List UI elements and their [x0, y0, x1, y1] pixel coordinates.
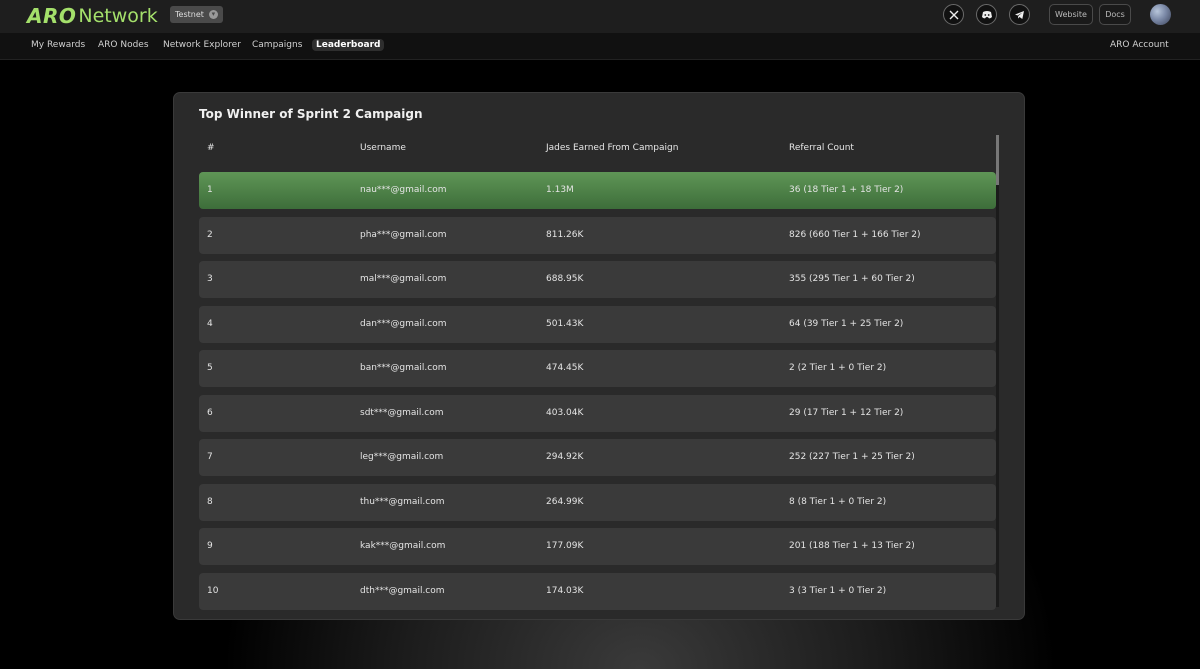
row-jades: 264.99K	[546, 496, 584, 507]
row-username: nau***@gmail.com	[360, 185, 447, 195]
table-row: 3 mal***@gmail.com 688.95K 355 (295 Tier…	[199, 261, 996, 298]
table-row: 4 dan***@gmail.com 501.43K 64 (39 Tier 1…	[199, 305, 996, 343]
row-rank: 8	[207, 496, 213, 507]
docs-button[interactable]: Docs	[1099, 4, 1131, 25]
telegram-icon[interactable]	[1009, 4, 1030, 25]
row-referrals: 252 (227 Tier 1 + 25 Tier 2)	[789, 452, 915, 462]
table-scrollbar-thumb[interactable]	[996, 135, 999, 185]
row-jades: 294.92K	[546, 452, 584, 462]
nav-aro-nodes[interactable]: ARO Nodes	[98, 40, 149, 50]
row-rank: 10	[207, 585, 219, 596]
nav-campaigns[interactable]: Campaigns	[252, 40, 302, 50]
row-referrals: 201 (188 Tier 1 + 13 Tier 2)	[789, 541, 915, 551]
row-jades: 1.13M	[546, 185, 574, 195]
row-referrals: 355 (295 Tier 1 + 60 Tier 2)	[789, 274, 915, 284]
chevron-down-icon: ▾	[208, 10, 218, 19]
aro-network-logo[interactable]: ARO Network	[27, 4, 158, 28]
table-row: 10 dth***@gmail.com 174.03K 3 (3 Tier 1 …	[199, 572, 996, 610]
row-username: mal***@gmail.com	[360, 274, 447, 284]
row-rank: 9	[207, 541, 213, 551]
table-header: # Username Jades Earned From Campaign Re…	[199, 138, 996, 160]
row-username: pha***@gmail.com	[360, 229, 447, 240]
row-username: leg***@gmail.com	[360, 452, 444, 462]
column-header-username: Username	[360, 143, 406, 153]
row-jades: 501.43K	[546, 318, 584, 329]
network-label: Testnet	[175, 10, 204, 19]
top-header: ARO Network Testnet ▾ Website Docs	[0, 0, 1200, 33]
row-username: sdt***@gmail.com	[360, 407, 444, 418]
table-row: 1 nau***@gmail.com 1.13M 36 (18 Tier 1 +…	[199, 172, 996, 209]
row-rank: 3	[207, 274, 213, 284]
x-icon[interactable]	[943, 4, 964, 25]
table-row: 2 pha***@gmail.com 811.26K 826 (660 Tier…	[199, 216, 996, 254]
column-header-jades: Jades Earned From Campaign	[546, 143, 679, 153]
row-jades: 174.03K	[546, 585, 584, 596]
aro-account-link[interactable]: ARO Account	[1110, 40, 1169, 50]
row-referrals: 64 (39 Tier 1 + 25 Tier 2)	[789, 318, 904, 329]
row-username: dan***@gmail.com	[360, 318, 447, 329]
table-row: 6 sdt***@gmail.com 403.04K 29 (17 Tier 1…	[199, 394, 996, 432]
leaderboard-card: Top Winner of Sprint 2 Campaign # Userna…	[173, 92, 1025, 620]
logo-network-text: Network	[78, 5, 158, 27]
avatar[interactable]	[1150, 4, 1171, 25]
leaderboard-title: Top Winner of Sprint 2 Campaign	[199, 107, 423, 121]
row-referrals: 8 (8 Tier 1 + 0 Tier 2)	[789, 496, 887, 507]
nav-leaderboard[interactable]: Leaderboard	[312, 39, 385, 51]
column-header-rank: #	[207, 143, 215, 153]
table-scrollbar[interactable]	[996, 135, 999, 607]
row-referrals: 2 (2 Tier 1 + 0 Tier 2)	[789, 363, 887, 373]
row-referrals: 3 (3 Tier 1 + 0 Tier 2)	[789, 585, 887, 596]
row-username: dth***@gmail.com	[360, 585, 445, 596]
row-username: ban***@gmail.com	[360, 363, 447, 373]
row-rank: 2	[207, 229, 213, 240]
row-jades: 403.04K	[546, 407, 584, 418]
row-rank: 7	[207, 452, 213, 462]
table-row: 7 leg***@gmail.com 294.92K 252 (227 Tier…	[199, 439, 996, 476]
row-jades: 177.09K	[546, 541, 584, 551]
row-jades: 811.26K	[546, 229, 584, 240]
row-rank: 4	[207, 318, 213, 329]
row-jades: 474.45K	[546, 363, 584, 373]
row-rank: 1	[207, 185, 213, 195]
table-row: 8 thu***@gmail.com 264.99K 8 (8 Tier 1 +…	[199, 483, 996, 521]
column-header-referrals: Referral Count	[789, 143, 854, 153]
row-rank: 5	[207, 363, 213, 373]
row-jades: 688.95K	[546, 274, 584, 284]
row-username: kak***@gmail.com	[360, 541, 446, 551]
network-selector[interactable]: Testnet ▾	[170, 6, 223, 23]
nav-my-rewards[interactable]: My Rewards	[31, 40, 85, 50]
website-button[interactable]: Website	[1049, 4, 1093, 25]
main-nav: My Rewards ARO Nodes Network Explorer Ca…	[0, 33, 1200, 60]
table-row: 5 ban***@gmail.com 474.45K 2 (2 Tier 1 +…	[199, 350, 996, 387]
nav-network-explorer[interactable]: Network Explorer	[163, 40, 241, 50]
row-referrals: 29 (17 Tier 1 + 12 Tier 2)	[789, 407, 904, 418]
discord-icon[interactable]	[976, 4, 997, 25]
table-row: 9 kak***@gmail.com 177.09K 201 (188 Tier…	[199, 528, 996, 565]
row-rank: 6	[207, 407, 213, 418]
row-username: thu***@gmail.com	[360, 496, 445, 507]
logo-aro-text: ARO	[27, 4, 77, 28]
row-referrals: 826 (660 Tier 1 + 166 Tier 2)	[789, 229, 921, 240]
row-referrals: 36 (18 Tier 1 + 18 Tier 2)	[789, 185, 904, 195]
